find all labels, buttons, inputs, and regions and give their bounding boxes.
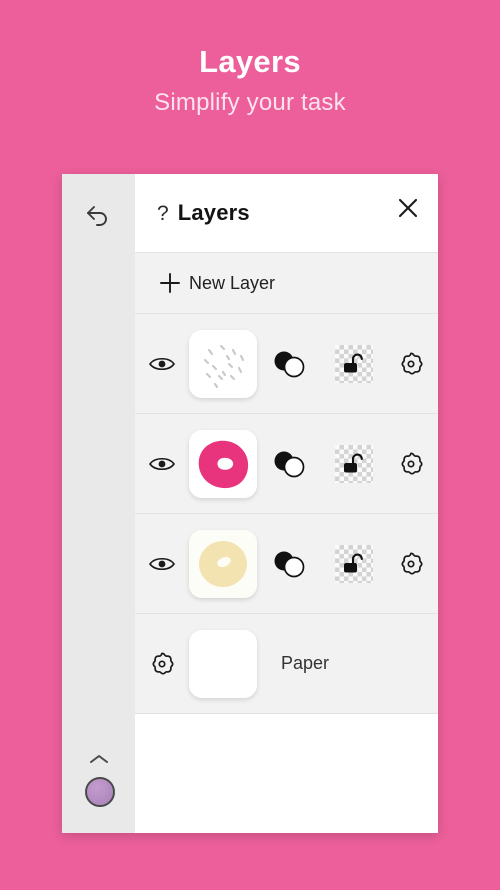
layer-thumbnail[interactable] xyxy=(189,529,257,598)
chevron-up-icon[interactable] xyxy=(88,752,110,766)
promo-header: Layers Simplify your task xyxy=(0,0,500,117)
lock-toggle[interactable] xyxy=(323,344,385,383)
plus-icon xyxy=(159,272,181,294)
panel-empty-area xyxy=(135,714,438,833)
unlocked-padlock-icon xyxy=(335,444,373,483)
panel-title: Layers xyxy=(177,200,250,225)
gear-icon[interactable] xyxy=(385,551,437,577)
layer-thumbnail[interactable] xyxy=(189,329,257,398)
table-row[interactable] xyxy=(135,314,438,414)
paper-thumbnail[interactable] xyxy=(189,629,257,698)
help-icon[interactable]: ? xyxy=(157,203,169,224)
blend-mode-icon[interactable] xyxy=(257,449,323,479)
layers-panel: ? Layers New Layer Paper xyxy=(135,174,438,833)
table-row[interactable] xyxy=(135,414,438,514)
eye-icon[interactable] xyxy=(135,354,189,374)
table-row[interactable] xyxy=(135,514,438,614)
unlocked-padlock-icon xyxy=(335,344,373,383)
blend-mode-icon[interactable] xyxy=(257,549,323,579)
color-swatch[interactable] xyxy=(85,777,115,807)
undo-arrow-icon[interactable] xyxy=(83,199,113,229)
eye-icon[interactable] xyxy=(135,554,189,574)
paper-label: Paper xyxy=(281,653,330,673)
paper-row[interactable]: Paper xyxy=(135,614,438,714)
unlocked-padlock-icon xyxy=(335,544,373,583)
gear-icon[interactable] xyxy=(385,351,437,377)
promo-title: Layers xyxy=(199,44,301,79)
lock-toggle[interactable] xyxy=(323,544,385,583)
gear-icon[interactable] xyxy=(385,451,437,477)
blend-mode-icon[interactable] xyxy=(257,349,323,379)
layer-list: Paper xyxy=(135,314,438,714)
new-layer-button[interactable]: New Layer xyxy=(135,252,438,314)
promo-subtitle: Simplify your task xyxy=(154,89,346,116)
close-icon[interactable] xyxy=(396,196,420,220)
eye-icon[interactable] xyxy=(135,454,189,474)
gear-icon[interactable] xyxy=(135,651,189,677)
new-layer-label: New Layer xyxy=(189,272,276,293)
lock-toggle[interactable] xyxy=(323,444,385,483)
app-window: ? Layers New Layer Paper xyxy=(62,174,438,833)
layer-thumbnail[interactable] xyxy=(189,429,257,498)
tool-rail xyxy=(62,174,135,833)
panel-header: ? Layers xyxy=(135,174,438,252)
